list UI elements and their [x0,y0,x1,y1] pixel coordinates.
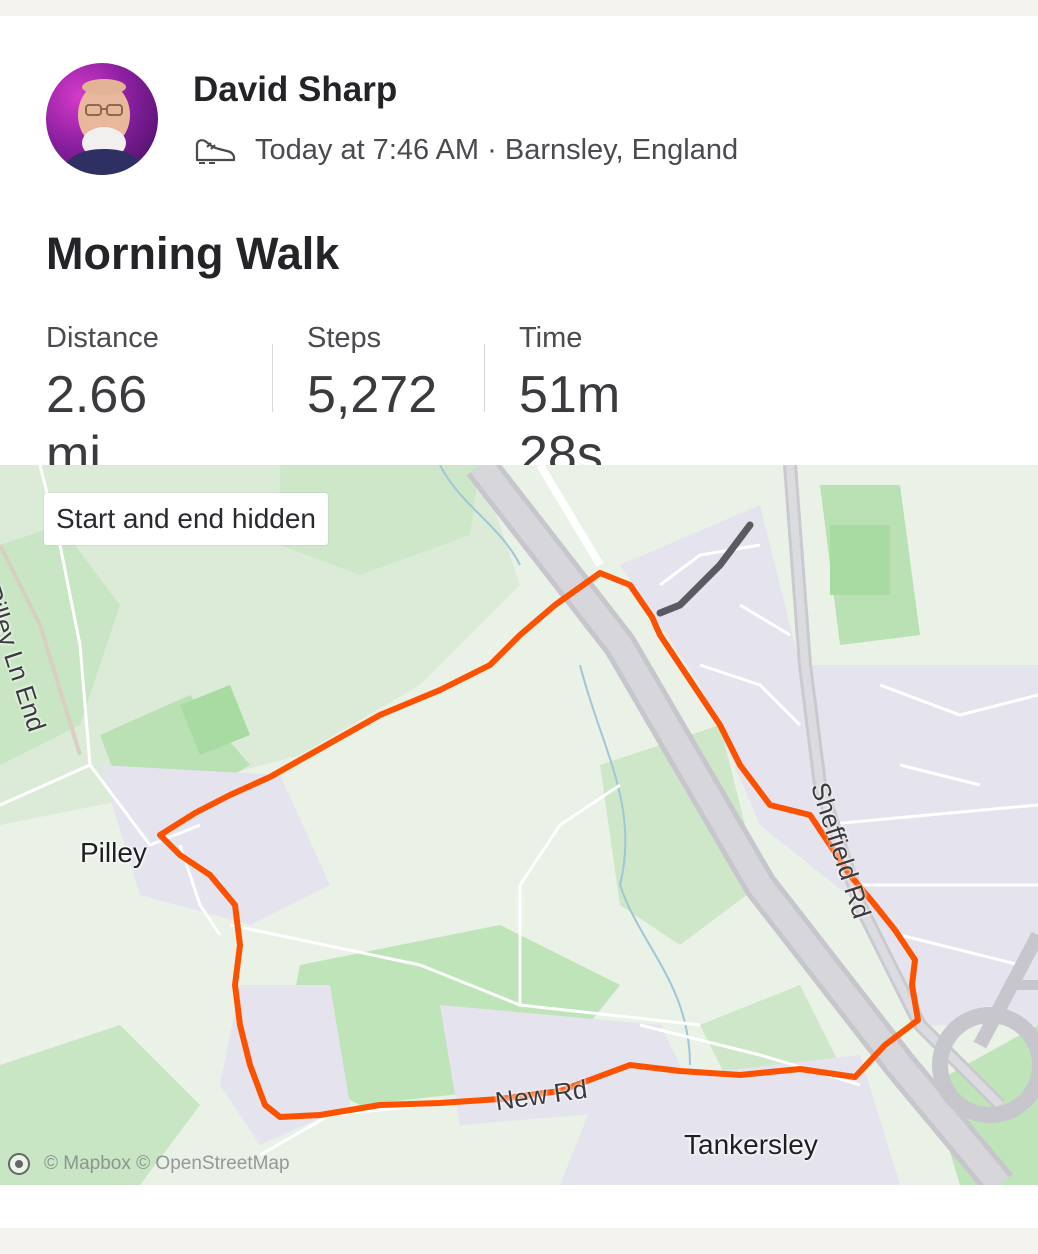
walking-shoe-icon [195,139,236,164]
start-end-hidden-badge: Start and end hidden [44,493,328,545]
top-separator [0,0,1038,16]
stat-divider [484,344,485,412]
activity-title[interactable]: Morning Walk [46,228,339,280]
stat-label: Time [519,322,583,354]
activity-time-location: Today at 7:46 AM · Barnsley, England [255,133,739,166]
route-map[interactable]: Start and end hidden Pilley Tankersley P… [0,465,1038,1185]
stat-divider [272,344,273,412]
athlete-name[interactable]: David Sharp [193,70,397,110]
mapbox-logo-icon[interactable] [8,1153,30,1175]
stat-steps: Steps 5,272 [307,322,437,425]
bottom-separator [0,1228,1038,1254]
stat-value: 5,272 [307,366,438,424]
activity-meta: Today at 7:46 AM · Barnsley, England [193,130,738,170]
stat-label: Distance [46,322,159,354]
athlete-avatar[interactable] [46,63,158,175]
place-label-pilley: Pilley [80,837,147,868]
stat-distance: Distance 2.66 mi [46,322,159,485]
attribution-text[interactable]: © Mapbox © OpenStreetMap [44,1153,290,1175]
map-canvas [0,465,1038,1185]
stat-time: Time 51m 28s [519,322,620,485]
map-attribution[interactable]: © Mapbox © OpenStreetMap [8,1153,290,1175]
place-label-tankersley: Tankersley [684,1129,818,1160]
stat-label: Steps [307,322,382,354]
